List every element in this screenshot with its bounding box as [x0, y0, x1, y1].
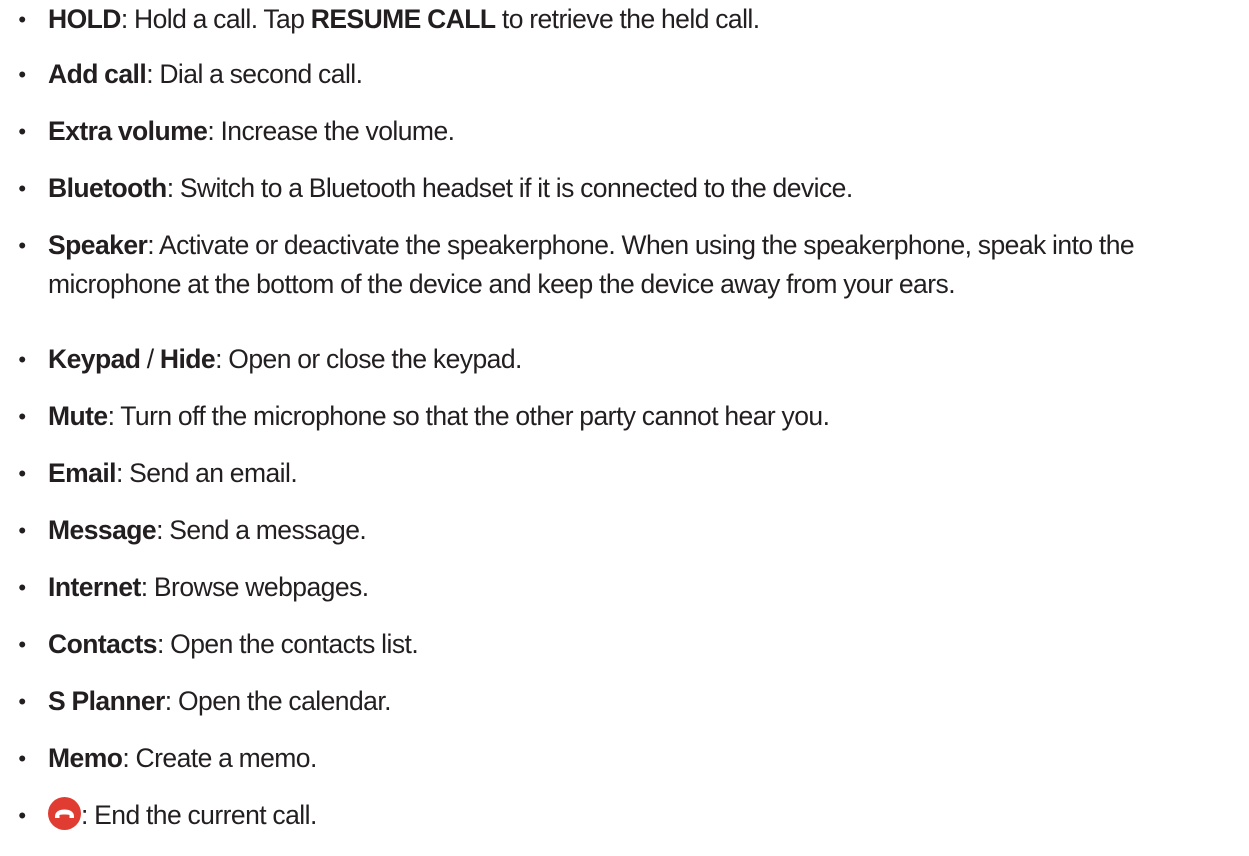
- bullet: •: [18, 803, 26, 828]
- item-separator: :: [107, 401, 121, 431]
- item-description: Send a message.: [169, 515, 367, 545]
- item-description: Turn off the microphone so that the othe…: [120, 401, 830, 431]
- bullet: •: [18, 404, 26, 429]
- bullet: •: [18, 119, 26, 144]
- bullet: •: [18, 575, 26, 600]
- item-term-secondary: Hide: [159, 344, 216, 374]
- bullet: •: [18, 347, 26, 372]
- item-separator: :: [166, 173, 180, 203]
- bullet: •: [18, 176, 26, 201]
- item-term: Extra volume: [48, 116, 208, 146]
- bullet: •: [18, 7, 26, 32]
- list-item-message: • Message: Send a message.: [0, 511, 1243, 550]
- list-item-memo: • Memo: Create a memo.: [0, 739, 1243, 778]
- item-term: HOLD: [48, 4, 121, 34]
- item-description: Open or close the keypad.: [228, 344, 522, 374]
- item-description: Increase the volume.: [220, 116, 455, 146]
- item-separator: :: [140, 572, 154, 602]
- item-separator: :: [120, 4, 135, 34]
- item-term: Add call: [48, 59, 147, 89]
- item-term: Internet: [48, 572, 141, 602]
- bullet: •: [18, 746, 26, 771]
- item-description: Send an email.: [129, 458, 298, 488]
- bullet: •: [18, 689, 26, 714]
- list-item-bluetooth: • Bluetooth: Switch to a Bluetooth headse…: [0, 169, 1243, 208]
- item-description: Hold a call. Tap: [134, 4, 311, 34]
- item-description-tail: to retrieve the held call.: [495, 4, 760, 34]
- item-description: Open the contacts list.: [170, 629, 419, 659]
- bullet: •: [18, 518, 26, 543]
- item-term: Memo: [48, 743, 123, 773]
- list-item-contacts: • Contacts: Open the contacts list.: [0, 625, 1243, 664]
- item-separator: :: [164, 686, 178, 716]
- list-item-s-planner: • S Planner: Open the calendar.: [0, 682, 1243, 721]
- item-separator: :: [122, 743, 136, 773]
- item-term: Speaker: [48, 230, 148, 260]
- item-term: Contacts: [48, 629, 158, 659]
- bullet: •: [18, 461, 26, 486]
- item-description: Browse webpages.: [153, 572, 369, 602]
- list-item-extra-volume: • Extra volume: Increase the volume.: [0, 112, 1243, 151]
- item-description: Activate or deactivate the speakerphone.…: [48, 230, 1135, 299]
- item-separator: :: [156, 515, 170, 545]
- item-term-separator: /: [140, 344, 160, 374]
- bullet: •: [18, 632, 26, 657]
- item-description: Open the calendar.: [177, 686, 392, 716]
- item-description: Switch to a Bluetooth headset if it is c…: [179, 173, 853, 203]
- item-description: End the current call.: [94, 800, 317, 830]
- item-description: Create a memo.: [135, 743, 318, 773]
- item-description: Dial a second call.: [159, 59, 363, 89]
- item-term: Bluetooth: [48, 173, 167, 203]
- item-separator: :: [215, 344, 229, 374]
- list-item-speaker: • Speaker: Activate or deactivate the spe…: [0, 226, 1243, 304]
- list-item-email: • Email: Send an email.: [0, 454, 1243, 493]
- item-separator: :: [115, 458, 130, 488]
- end-call-icon: [48, 797, 81, 830]
- list-item-end-call: •: End the current call.: [0, 796, 1243, 835]
- list-item-mute: • Mute: Turn off the microphone so that t…: [0, 397, 1243, 436]
- list-item-hold: • HOLD: Hold a call. Tap RESUME CALL to r…: [0, 0, 1243, 39]
- item-separator: :: [146, 59, 160, 89]
- item-term: S Planner: [48, 686, 165, 716]
- item-term: Email: [48, 458, 117, 488]
- list-item-add-call: • Add call: Dial a second call.: [0, 55, 1243, 94]
- bullet: •: [18, 62, 26, 87]
- item-separator: :: [81, 800, 95, 830]
- item-term: Keypad: [48, 344, 141, 374]
- list-item-keypad-hide: • Keypad / Hide: Open or close the keypad…: [0, 340, 1243, 379]
- bullet: •: [18, 233, 26, 258]
- item-separator: :: [156, 629, 171, 659]
- item-term: Message: [48, 515, 157, 545]
- item-term: Mute: [48, 401, 108, 431]
- list-item-internet: • Internet: Browse webpages.: [0, 568, 1243, 607]
- item-separator: :: [147, 230, 159, 260]
- item-term-secondary: RESUME CALL: [310, 4, 496, 34]
- item-separator: :: [207, 116, 221, 146]
